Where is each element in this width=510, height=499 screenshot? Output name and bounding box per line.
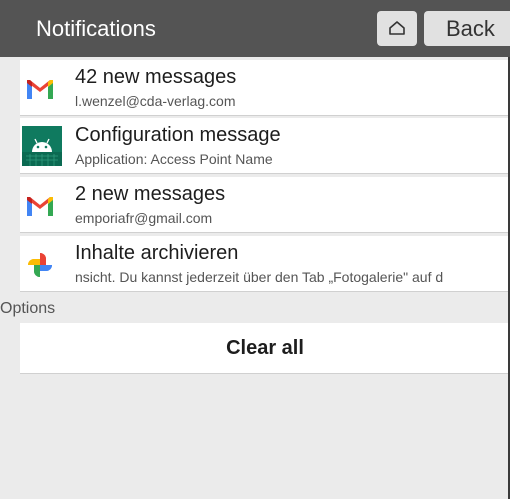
android-icon bbox=[22, 126, 62, 166]
gmail-icon bbox=[27, 80, 53, 99]
clear-all-button[interactable]: Clear all bbox=[20, 323, 510, 374]
google-photos-icon bbox=[28, 253, 52, 277]
notification-title: 2 new messages bbox=[75, 183, 226, 205]
back-button[interactable]: Back bbox=[424, 11, 510, 46]
options-section-label: Options bbox=[0, 300, 56, 317]
home-icon bbox=[389, 21, 405, 35]
notification-title: 42 new messages bbox=[75, 66, 237, 88]
gmail-icon bbox=[27, 197, 53, 216]
notification-item[interactable]: Inhalte archivieren nsicht. Du kannst je… bbox=[20, 236, 510, 292]
home-button[interactable] bbox=[377, 11, 417, 46]
notification-subtitle: nsicht. Du kannst jederzeit über den Tab… bbox=[75, 269, 444, 285]
notification-title: Configuration message bbox=[75, 124, 281, 146]
notification-subtitle: emporiafr@gmail.com bbox=[75, 210, 213, 226]
page-title: Notifications bbox=[36, 16, 156, 41]
notification-subtitle: l.wenzel@cda-verlag.com bbox=[75, 93, 236, 109]
notification-title: Inhalte archivieren bbox=[75, 242, 239, 264]
notification-item[interactable]: 2 new messages emporiafr@gmail.com bbox=[20, 177, 510, 233]
notification-subtitle: Application: Access Point Name bbox=[75, 151, 273, 167]
notification-item[interactable]: Configuration message Application: Acces… bbox=[20, 118, 510, 174]
notifications-header: Notifications Back bbox=[0, 0, 510, 57]
notification-item[interactable]: 42 new messages l.wenzel@cda-verlag.com bbox=[20, 60, 510, 116]
